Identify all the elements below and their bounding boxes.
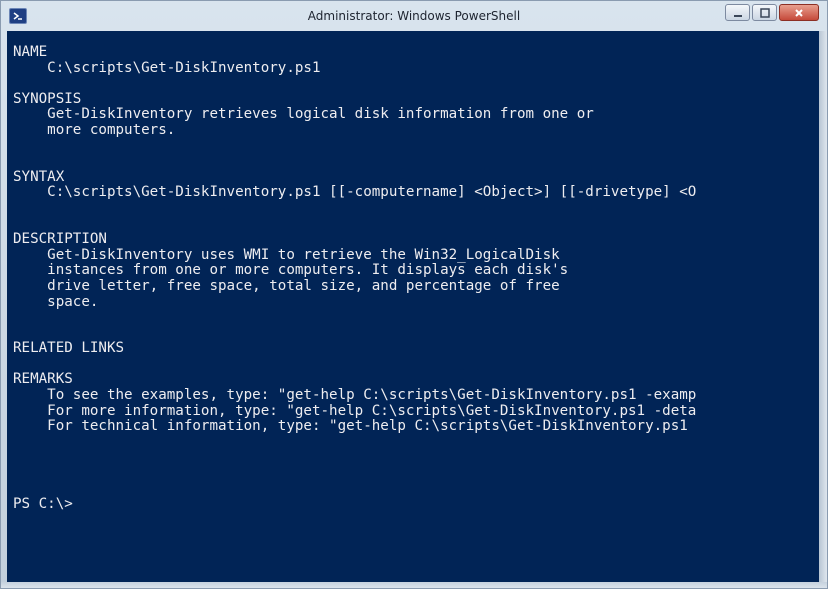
title-bar[interactable]: Administrator: Windows PowerShell bbox=[1, 1, 827, 31]
console-line: PS C:\> bbox=[13, 496, 73, 513]
console-output[interactable]: NAME C:\scripts\Get-DiskInventory.ps1 SY… bbox=[7, 31, 821, 584]
window-border-bottom bbox=[1, 582, 827, 588]
window-title: Administrator: Windows PowerShell bbox=[307, 9, 521, 23]
console-line: For more information, type: "get-help C:… bbox=[13, 402, 697, 419]
window-controls bbox=[725, 4, 819, 21]
console-line: Get-DiskInventory uses WMI to retrieve t… bbox=[13, 246, 560, 263]
window-border-right bbox=[819, 31, 827, 584]
console-line: C:\scripts\Get-DiskInventory.ps1 bbox=[13, 59, 321, 76]
minimize-button[interactable] bbox=[725, 4, 750, 21]
console-line: SYNTAX bbox=[13, 168, 65, 185]
close-icon bbox=[795, 8, 803, 17]
console-line: SYNOPSIS bbox=[13, 90, 82, 107]
minimize-icon bbox=[733, 14, 742, 17]
console-text: NAME C:\scripts\Get-DiskInventory.ps1 SY… bbox=[7, 31, 821, 513]
console-line: To see the examples, type: "get-help C:\… bbox=[13, 387, 697, 404]
console-line: Get-DiskInventory retrieves logical disk… bbox=[13, 106, 594, 123]
console-line: RELATED LINKS bbox=[13, 340, 125, 357]
maximize-icon bbox=[759, 7, 770, 18]
maximize-button[interactable] bbox=[752, 4, 777, 21]
close-button[interactable] bbox=[779, 4, 819, 21]
console-line: For technical information, type: "get-he… bbox=[13, 418, 688, 435]
console-line: DESCRIPTION bbox=[13, 231, 107, 248]
powershell-icon[interactable] bbox=[9, 8, 27, 24]
console-line: drive letter, free space, total size, an… bbox=[13, 277, 560, 294]
console-line: C:\scripts\Get-DiskInventory.ps1 [[-comp… bbox=[13, 184, 697, 201]
console-line: more computers. bbox=[13, 121, 176, 138]
powershell-window: Administrator: Windows PowerShell NAME C… bbox=[0, 0, 828, 589]
console-line: NAME bbox=[13, 44, 48, 60]
console-line: REMARKS bbox=[13, 371, 73, 388]
console-line: space. bbox=[13, 293, 99, 310]
console-line: instances from one or more computers. It… bbox=[13, 262, 569, 279]
